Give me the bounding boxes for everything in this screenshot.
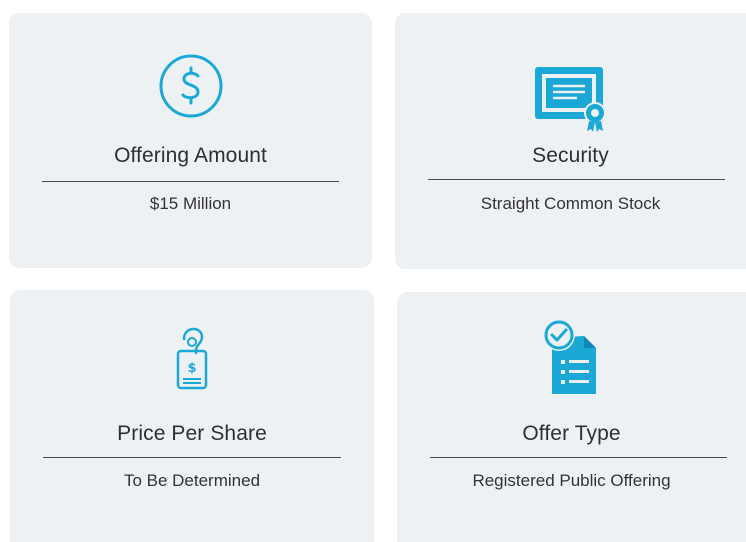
card-value: Registered Public Offering (472, 471, 671, 490)
checked-document-icon (542, 319, 596, 394)
card-title: Security (532, 144, 609, 167)
card-offering-amount: Offering Amount $15 Million (9, 13, 372, 268)
dollar-circle-icon (159, 54, 222, 118)
card-price-per-share: $ Price Per Share To Be Determined (10, 290, 374, 542)
card-value: Straight Common Stock (480, 194, 661, 213)
card-value: $15 Million (149, 194, 232, 213)
price-tag-icon: $ (176, 327, 208, 390)
divider (430, 457, 727, 458)
card-title: Price Per Share (117, 422, 267, 445)
card-value: To Be Determined (123, 471, 261, 490)
card-title: Offering Amount (114, 144, 267, 167)
card-title: Offer Type (522, 422, 621, 445)
svg-text:$: $ (187, 361, 196, 376)
card-offer-type: Offer Type Registered Public Offering (397, 292, 746, 542)
card-security: Security Straight Common Stock (395, 13, 746, 269)
divider (43, 457, 341, 458)
divider (428, 179, 725, 180)
certificate-icon (534, 67, 606, 132)
divider (42, 181, 339, 182)
